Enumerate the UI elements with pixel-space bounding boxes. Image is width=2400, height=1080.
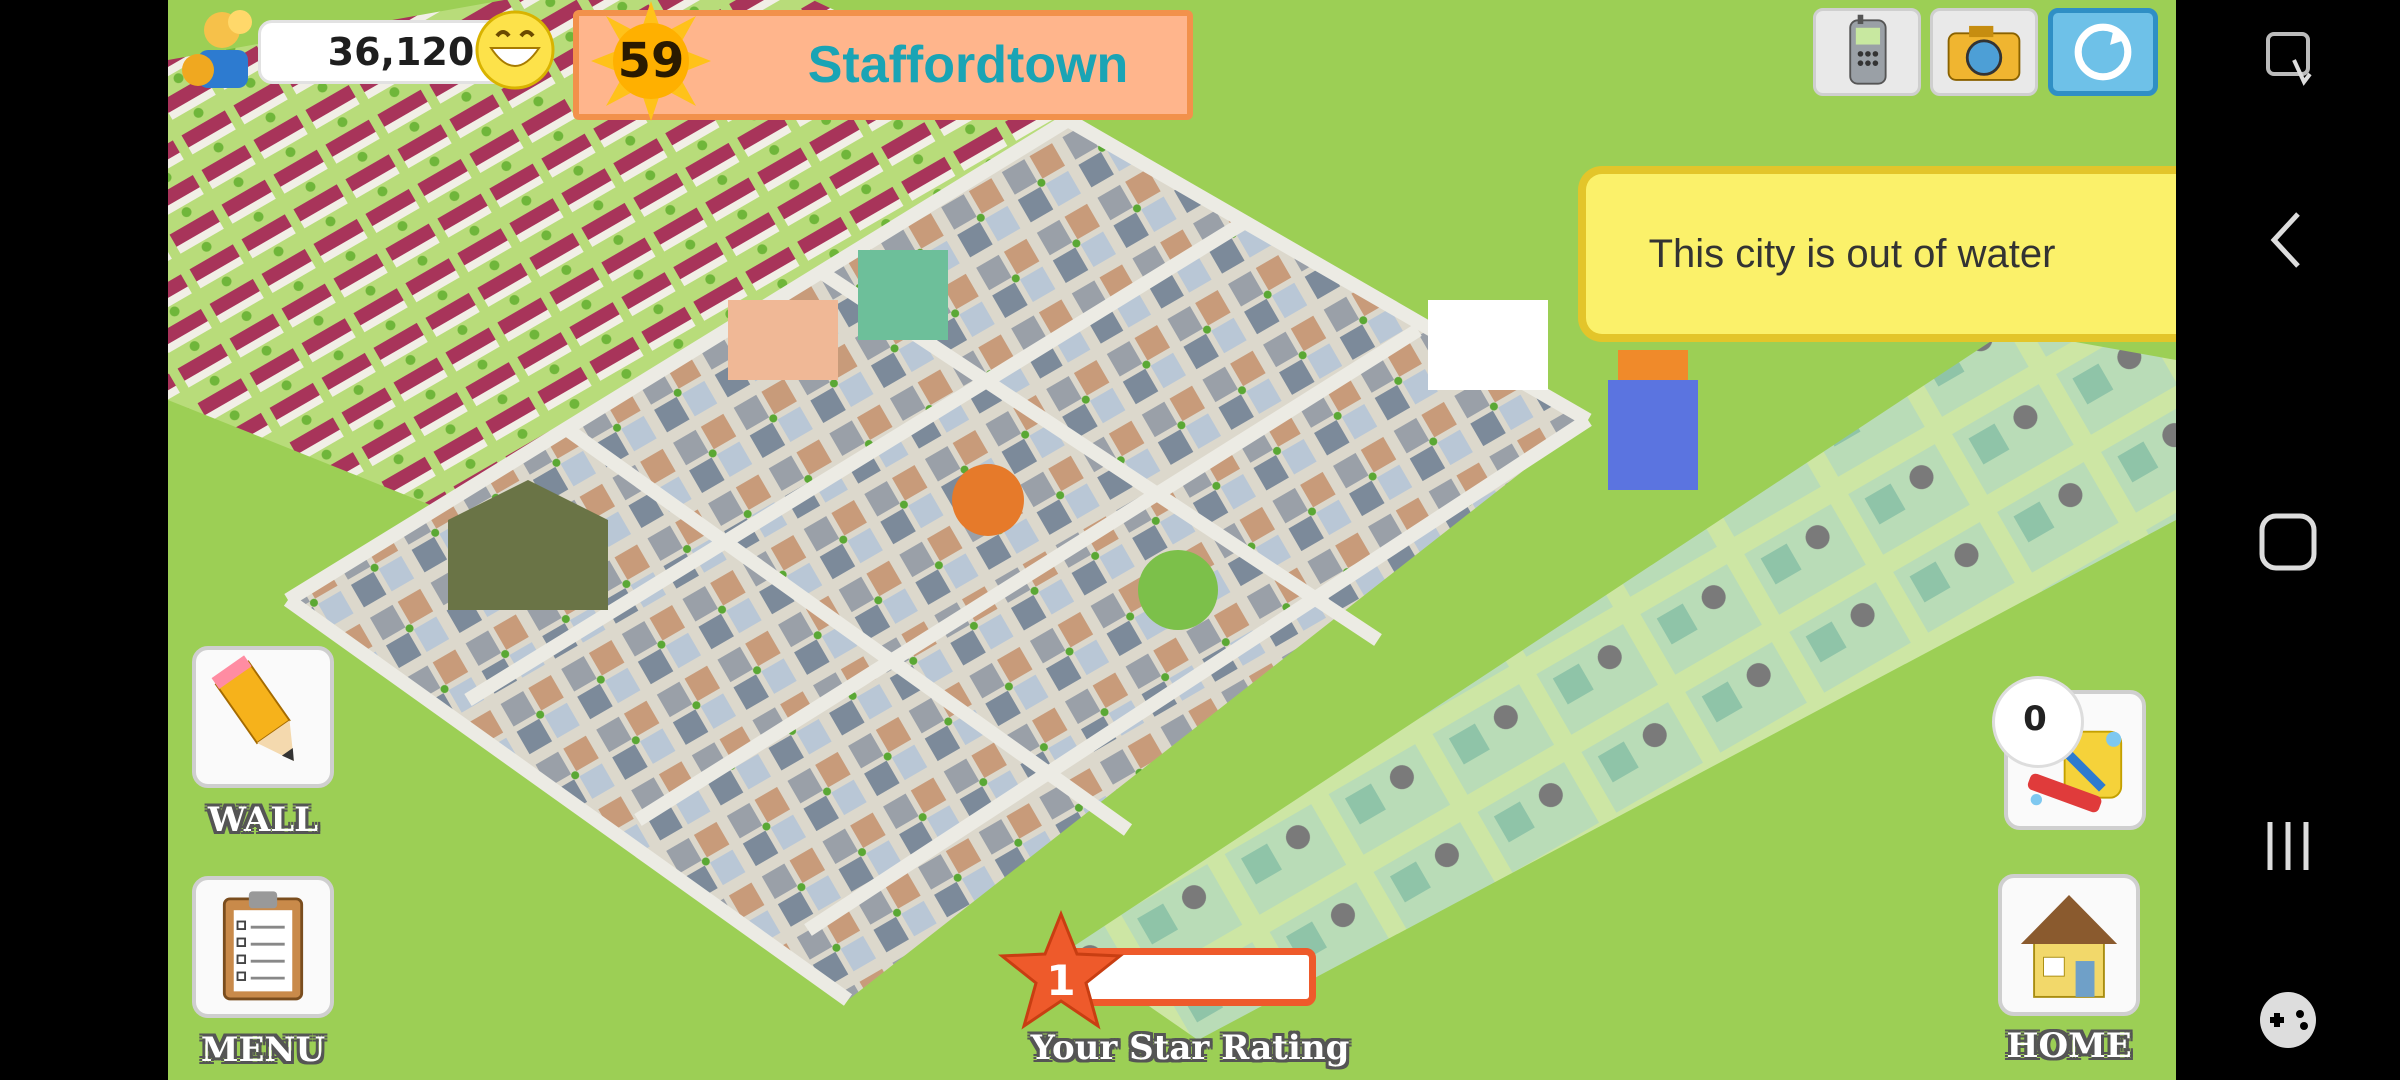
wall-button[interactable] xyxy=(192,646,334,788)
home-label: HOME xyxy=(2006,1026,2132,1066)
pencil-icon xyxy=(211,655,294,762)
game-tools-icon[interactable] xyxy=(2248,980,2328,1060)
city-name: Staffordtown xyxy=(807,36,1129,94)
clipboard-icon xyxy=(222,891,304,1001)
mobile-phone-icon xyxy=(1849,14,1887,85)
share-button[interactable] xyxy=(2048,8,2158,96)
camera-icon xyxy=(1947,25,2021,81)
recents-icon[interactable] xyxy=(2248,806,2328,886)
home-button[interactable] xyxy=(1998,874,2140,1016)
system-nav-bar xyxy=(2176,0,2400,1080)
screen-pin-icon[interactable] xyxy=(2248,20,2328,100)
back-icon[interactable] xyxy=(2248,200,2328,280)
notice-text: This city is out of water xyxy=(1648,232,2056,276)
wall-label: WALL xyxy=(207,800,319,840)
star-rating-badge[interactable]: 1 xyxy=(996,908,1126,1038)
level-value: 59 xyxy=(617,33,685,89)
camera-button[interactable] xyxy=(1930,8,2038,96)
star-rating-value: 1 xyxy=(1046,956,1076,1005)
star-rating-label: Your Star Rating xyxy=(1030,1028,1350,1068)
home-nav-icon[interactable] xyxy=(2248,502,2328,582)
phone-button[interactable] xyxy=(1813,8,1921,96)
house-icon xyxy=(2020,894,2118,998)
menu-label: MENU xyxy=(200,1030,326,1070)
people-coins-icon xyxy=(182,10,252,88)
menu-button[interactable] xyxy=(192,876,334,1018)
water-warning-notice[interactable]: This city is out of water xyxy=(1578,166,2176,342)
clean-count-bubble: 0 xyxy=(1992,676,2084,768)
happiness-smiley-icon xyxy=(475,10,555,90)
game-viewport[interactable]: 36,120 Staffordtown 59 This city is out … xyxy=(168,0,2176,1080)
city-map[interactable] xyxy=(168,0,2176,1080)
level-badge: 59 xyxy=(586,0,716,126)
clean-count: 0 xyxy=(2023,699,2047,739)
share-icon xyxy=(2074,23,2132,81)
